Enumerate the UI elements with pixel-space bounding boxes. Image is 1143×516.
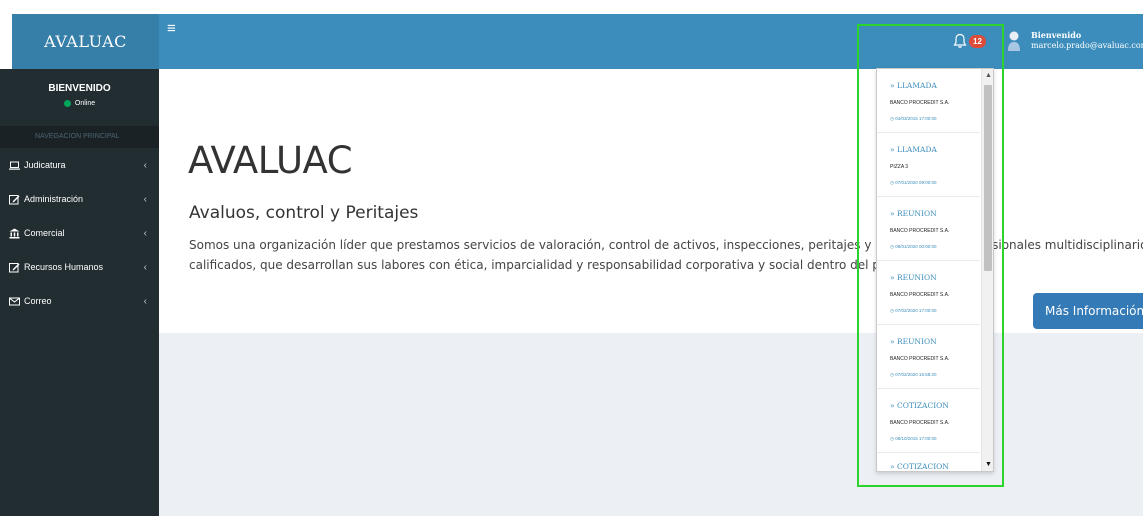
chevron-left-icon: ‹ [143,159,147,171]
sidebar-item-administracion[interactable]: Administración ‹ [0,182,159,216]
bank-icon [9,228,20,238]
sidebar-item-comercial[interactable]: Comercial ‹ [0,216,159,250]
notification-client: BANCO PROCREDIT S.A. [890,100,950,106]
notification-title[interactable]: » REUNION [890,337,980,347]
user-email: marcelo.prado@avaluac.com [1031,41,1143,50]
notifications-dropdown: » LLAMADA BANCO PROCREDIT S.A. ◷ 04/03/2… [876,68,994,472]
hamburger-icon[interactable]: ≡ [167,20,176,37]
status-label: Online [74,100,96,107]
notification-time-text: 08/10/2015 17:00:00 [895,436,937,441]
notification-client: BANCO PROCREDIT S.A. [890,292,950,298]
online-dot-icon [63,100,71,107]
scroll-up-arrow-icon[interactable]: ▲ [985,72,992,79]
notification-client: BANCO PROCREDIT S.A. [890,228,950,234]
notification-title[interactable]: » REUNION [890,273,980,283]
user-info: Bienvenido marcelo.prado@avaluac.com [1031,30,1143,51]
envelope-icon [9,297,20,305]
notification-time: ◷ 04/03/2015 17:00:00 [890,116,937,121]
notification-time: ◷ 07/02/2020 15:58:20 [890,372,937,377]
notification-time-text: 07/02/2020 17:00:00 [895,308,937,313]
sidebar-item-label: Correo [24,296,52,306]
notification-item[interactable]: » REUNION BANCO PROCREDIT S.A. ◷ 07/02/2… [877,261,980,325]
chevron-left-icon: ‹ [143,261,147,273]
page: AVALUAC ≡ 12 Bienvenido marcelo.prado@av… [0,0,1143,516]
bell-icon [953,33,967,48]
scroll-down-arrow-icon[interactable]: ▼ [985,461,992,468]
notification-time: ◷ 08/10/2015 17:00:00 [890,436,937,441]
chevron-left-icon: ‹ [143,295,147,307]
edit-icon [9,262,20,272]
notification-time-text: 07/02/2020 15:58:20 [895,372,937,377]
sidebar-item-recursos-humanos[interactable]: Recursos Humanos ‹ [0,250,159,284]
dropdown-scrollbar[interactable]: ▲ ▼ [981,69,993,471]
notification-item[interactable]: » REUNION BANCO PROCREDIT S.A. ◷ 08/01/2… [877,197,980,261]
online-status: Online [0,100,159,107]
notification-time-text: 08/01/2020 00:00:00 [895,244,937,249]
notification-count-badge: 12 [969,34,986,48]
notification-client: BANCO PROCREDIT S.A. [890,356,950,362]
notification-title[interactable]: » LLAMADA [890,81,980,91]
notification-item[interactable]: » REUNION BANCO PROCREDIT S.A. ◷ 07/02/2… [877,325,980,389]
notification-title[interactable]: » REUNION [890,209,980,219]
notification-time: ◷ 08/01/2020 00:00:00 [890,244,937,249]
user-icon [1008,31,1020,51]
notification-item[interactable]: » LLAMADA PIZZA 3 ◷ 07/01/2020 09:00:00 [877,133,980,197]
description-line: Somos una organización líder que prestam… [189,238,1143,252]
page-title: AVALUAC [188,139,353,182]
notification-list: » LLAMADA BANCO PROCREDIT S.A. ◷ 04/03/2… [877,69,980,471]
chevron-left-icon: ‹ [143,227,147,239]
sidebar-item-label: Administración [24,194,84,204]
notification-item[interactable]: » COTIZACION [877,453,980,471]
notification-time: ◷ 07/01/2020 09:00:00 [890,180,937,185]
scrollbar-thumb[interactable] [984,85,992,271]
notification-title[interactable]: » COTIZACION [890,462,980,471]
jumbotron: AVALUAC Avaluos, control y Peritajes Som… [159,69,1143,333]
logo[interactable]: AVALUAC [12,14,159,69]
user-menu[interactable]: Bienvenido marcelo.prado@avaluac.com [1007,30,1143,52]
notification-title[interactable]: » LLAMADA [890,145,980,155]
sidebar-item-correo[interactable]: Correo ‹ [0,284,159,318]
edit-icon [9,194,20,204]
sidebar-user-name: BIENVENIDO [48,83,111,94]
top-navbar: ≡ 12 Bienvenido marcelo.prado@avaluac.co… [159,14,1143,69]
more-info-button[interactable]: Más Información » [1033,293,1143,329]
chevron-left-icon: ‹ [143,193,147,205]
user-panel: BIENVENIDO Online [0,69,159,107]
notification-time-text: 04/03/2015 17:00:00 [895,116,937,121]
main-content: AVALUAC Avaluos, control y Peritajes Som… [159,69,1143,516]
welcome-text: Bienvenido [1031,30,1082,40]
sidebar-item-label: Comercial [24,228,65,238]
notification-time: ◷ 07/02/2020 17:00:00 [890,308,937,313]
description-line: calificados, que desarrollan sus labores… [189,258,901,272]
sidebar-item-label: Judicatura [24,160,66,170]
notification-client: PIZZA 3 [890,164,909,170]
sidebar-item-label: Recursos Humanos [24,262,104,272]
notification-time-text: 07/01/2020 09:00:00 [895,180,937,185]
laptop-icon [9,161,20,170]
sidebar-item-judicatura[interactable]: Judicatura ‹ [0,148,159,182]
notification-client: BANCO PROCREDIT S.A. [890,420,950,426]
nav-header: NAVEGACION PRINCIPAL [0,126,159,148]
notification-title[interactable]: » COTIZACION [890,401,980,411]
sidebar: BIENVENIDO Online NAVEGACION PRINCIPAL J… [0,69,159,516]
page-subtitle: Avaluos, control y Peritajes [189,203,419,223]
description: Somos una organización líder que prestam… [189,235,1143,275]
notification-item[interactable]: » COTIZACION BANCO PROCREDIT S.A. ◷ 08/1… [877,389,980,453]
notification-item[interactable]: » LLAMADA BANCO PROCREDIT S.A. ◷ 04/03/2… [877,69,980,133]
notifications-toggle[interactable]: 12 [953,30,986,52]
